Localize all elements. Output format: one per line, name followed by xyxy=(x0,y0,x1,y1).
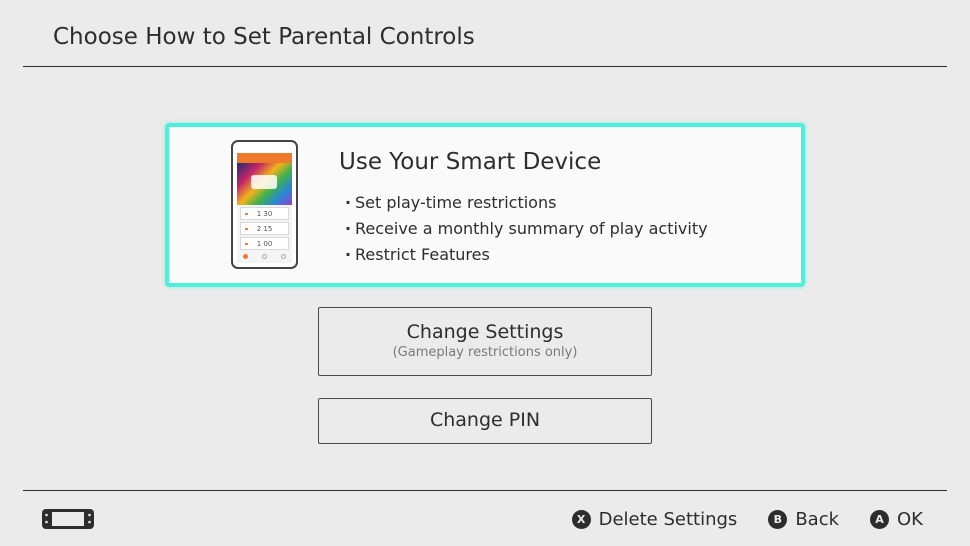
phone-tab-dots xyxy=(243,254,286,259)
phone-playtime-row: 1 30 xyxy=(240,207,289,220)
phone-dot-active xyxy=(243,254,248,259)
use-smart-device-option[interactable]: 1 30 2 15 1 00 Use Your Smart Device Set… xyxy=(165,123,805,287)
header-divider xyxy=(23,66,947,67)
smart-device-title: Use Your Smart Device xyxy=(339,149,602,175)
a-button-icon: A xyxy=(870,509,890,529)
change-pin-button[interactable]: Change PIN xyxy=(318,398,652,444)
handheld-console-icon xyxy=(42,509,94,529)
feature-item-label: Set play-time restrictions xyxy=(355,193,557,212)
smartphone-illustration: 1 30 2 15 1 00 xyxy=(231,140,298,269)
change-pin-label: Change PIN xyxy=(429,409,541,431)
b-button-icon: B xyxy=(768,509,788,529)
footer-divider xyxy=(23,490,947,491)
ok-action[interactable]: A OK xyxy=(870,509,923,530)
feature-item-label: Receive a monthly summary of play activi… xyxy=(355,219,708,238)
feature-item-label: Restrict Features xyxy=(355,245,490,264)
ok-label: OK xyxy=(897,508,923,530)
change-settings-button[interactable]: Change Settings (Gameplay restrictions o… xyxy=(318,307,652,376)
phone-dot xyxy=(262,254,267,259)
footer-button-guide: X Delete Settings B Back A OK xyxy=(541,507,923,531)
phone-playtime-row: 1 00 xyxy=(240,237,289,250)
feature-item: Receive a monthly summary of play activi… xyxy=(345,216,708,242)
phone-screen: 1 30 2 15 1 00 xyxy=(237,153,292,263)
feature-item: Set play-time restrictions xyxy=(345,190,708,216)
phone-playtime-row: 2 15 xyxy=(240,222,289,235)
x-button-icon: X xyxy=(571,509,591,529)
phone-app-header xyxy=(237,153,292,163)
phone-dot xyxy=(281,254,286,259)
feature-item: Restrict Features xyxy=(345,242,708,268)
page-title: Choose How to Set Parental Controls xyxy=(53,24,475,50)
smart-device-feature-list: Set play-time restrictions Receive a mon… xyxy=(345,190,708,268)
game-artwork-image xyxy=(237,163,292,205)
delete-settings-label: Delete Settings xyxy=(598,508,738,530)
back-label: Back xyxy=(795,508,840,530)
change-settings-sublabel: (Gameplay restrictions only) xyxy=(392,345,578,360)
change-settings-label: Change Settings xyxy=(406,321,564,343)
back-action[interactable]: B Back xyxy=(768,509,839,530)
delete-settings-action[interactable]: X Delete Settings xyxy=(571,508,738,530)
